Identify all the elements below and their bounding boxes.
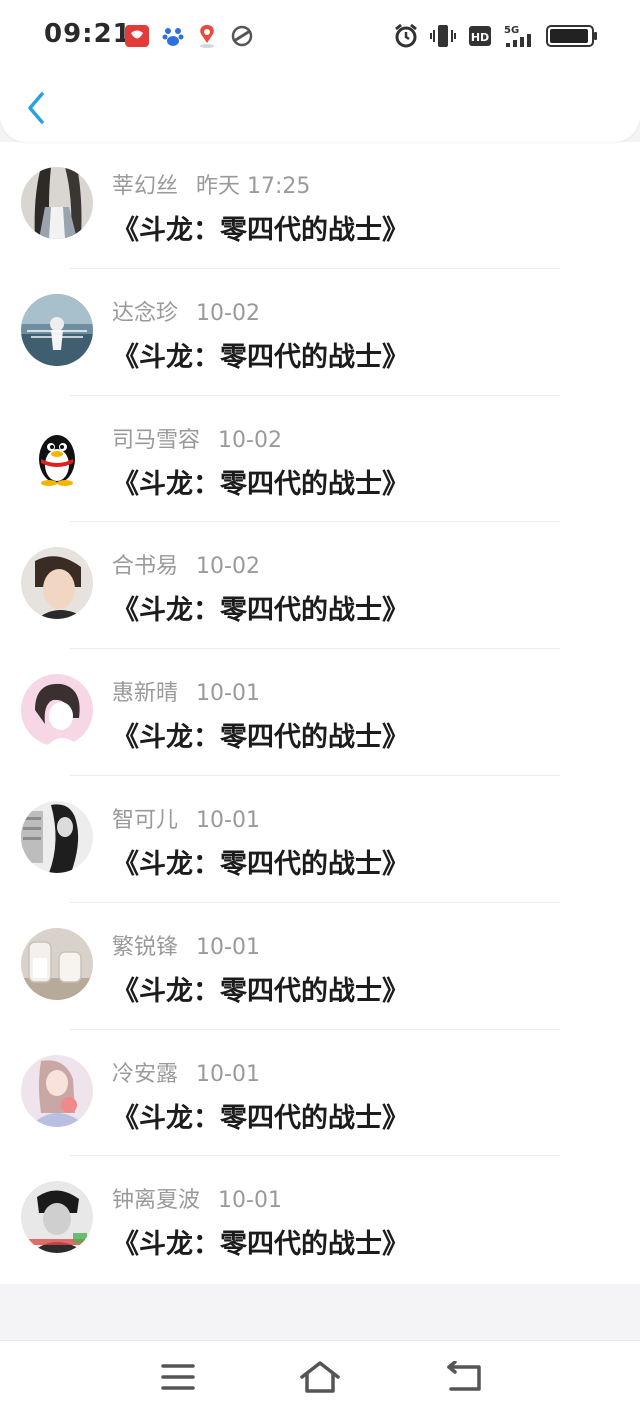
comment-meta: 惠新晴 10-01 bbox=[112, 675, 260, 707]
network-label: 5G bbox=[504, 25, 519, 36]
avatar[interactable] bbox=[21, 927, 93, 1000]
navigation-bar bbox=[0, 1340, 640, 1416]
back-button[interactable] bbox=[16, 84, 56, 132]
svg-text:HD: HD bbox=[471, 31, 489, 44]
comment-title[interactable]: 《斗龙：零四代的战士》 bbox=[112, 842, 409, 881]
comment-meta: 冷安露 10-01 bbox=[112, 1056, 260, 1088]
avatar[interactable] bbox=[21, 420, 93, 493]
avatar[interactable] bbox=[21, 674, 93, 747]
hd-icon: HD bbox=[469, 26, 491, 46]
user-name[interactable]: 合书易 bbox=[112, 554, 178, 579]
comment-date: 10-02 bbox=[218, 427, 282, 453]
user-name[interactable]: 智可儿 bbox=[112, 808, 178, 833]
comment-date: 昨天 17:25 bbox=[196, 174, 311, 199]
comment-title[interactable]: 《斗龙：零四代的战士》 bbox=[112, 1222, 409, 1261]
comment-meta: 司马雪容 10-02 bbox=[112, 422, 282, 454]
comment-meta: 合书易 10-02 bbox=[112, 548, 260, 580]
list-item[interactable]: 达念珍 10-02 《斗龙：零四代的战士》 bbox=[0, 269, 640, 396]
avatar[interactable] bbox=[21, 293, 93, 366]
notification-icons bbox=[124, 22, 254, 50]
user-name[interactable]: 惠新晴 bbox=[112, 681, 178, 706]
menu-icon bbox=[161, 1364, 195, 1390]
comment-title[interactable]: 《斗龙：零四代的战士》 bbox=[112, 462, 409, 501]
comment-date: 10-02 bbox=[196, 554, 260, 580]
chevron-left-icon bbox=[28, 92, 44, 124]
list-item[interactable]: 惠新晴 10-01 《斗龙：零四代的战士》 bbox=[0, 649, 640, 776]
map-pin-icon bbox=[200, 25, 214, 48]
home-icon bbox=[300, 1361, 340, 1393]
comment-list: 莘幻丝 昨天 17:25 《斗龙：零四代的战士》 达念珍 10-02 《斗龙：零四代… bbox=[0, 142, 640, 1284]
comment-title[interactable]: 《斗龙：零四代的战士》 bbox=[112, 1096, 409, 1135]
list-item[interactable]: 合书易 10-02 《斗龙：零四代的战士》 bbox=[0, 522, 640, 650]
list-item[interactable]: 冷安露 10-01 《斗龙：零四代的战士》 bbox=[0, 1030, 640, 1157]
system-icons: HD 5G bbox=[394, 22, 598, 50]
status-time: 09:21 bbox=[44, 19, 132, 49]
user-name[interactable]: 钟离夏波 bbox=[112, 1188, 200, 1213]
avatar[interactable] bbox=[21, 1181, 93, 1254]
comment-title[interactable]: 《斗龙：零四代的战士》 bbox=[112, 715, 409, 754]
signal-5g-icon: 5G bbox=[504, 25, 531, 47]
comment-date: 10-01 bbox=[196, 934, 260, 960]
avatar[interactable] bbox=[21, 167, 93, 239]
list-item[interactable]: 钟离夏波 10-01 《斗龙：零四代的战士》 bbox=[0, 1156, 640, 1283]
list-item[interactable]: 司马雪容 10-02 《斗龙：零四代的战士》 bbox=[0, 396, 640, 523]
list-item[interactable]: 繁锐锋 10-01 《斗龙：零四代的战士》 bbox=[0, 903, 640, 1030]
user-name[interactable]: 达念珍 bbox=[112, 301, 178, 326]
baidu-paw-icon bbox=[162, 28, 184, 46]
battery-icon bbox=[546, 25, 597, 47]
comment-meta: 莘幻丝 昨天 17:25 bbox=[112, 168, 310, 200]
status-bar: 09:21 HD 5G bbox=[0, 0, 640, 70]
comment-date: 10-02 bbox=[196, 300, 260, 326]
sync-icon bbox=[231, 25, 253, 47]
return-button[interactable] bbox=[442, 1357, 486, 1397]
comment-meta: 繁锐锋 10-01 bbox=[112, 929, 260, 961]
home-button[interactable] bbox=[298, 1357, 342, 1397]
comment-title[interactable]: 《斗龙：零四代的战士》 bbox=[112, 969, 409, 1008]
app-notification-icon bbox=[125, 25, 149, 47]
return-icon bbox=[447, 1361, 481, 1391]
user-name[interactable]: 冷安露 bbox=[112, 1062, 178, 1087]
menu-button[interactable] bbox=[156, 1357, 200, 1397]
comment-title[interactable]: 《斗龙：零四代的战士》 bbox=[112, 208, 409, 247]
alarm-icon bbox=[395, 23, 417, 48]
comment-date: 10-01 bbox=[196, 807, 260, 833]
avatar[interactable] bbox=[21, 1054, 93, 1127]
comment-date: 10-01 bbox=[196, 1061, 260, 1087]
user-name[interactable]: 繁锐锋 bbox=[112, 935, 178, 960]
comment-date: 10-01 bbox=[218, 1188, 282, 1214]
comment-meta: 智可儿 10-01 bbox=[112, 802, 260, 834]
comment-meta: 钟离夏波 10-01 bbox=[112, 1182, 282, 1214]
list-item[interactable]: 智可儿 10-01 《斗龙：零四代的战士》 bbox=[0, 776, 640, 903]
comment-date: 10-01 bbox=[196, 681, 260, 707]
avatar[interactable] bbox=[21, 547, 93, 620]
user-name[interactable]: 莘幻丝 bbox=[112, 174, 178, 199]
header: 09:21 HD 5G bbox=[0, 0, 640, 142]
comment-title[interactable]: 《斗龙：零四代的战士》 bbox=[112, 588, 409, 627]
comment-meta: 达念珍 10-02 bbox=[112, 295, 260, 327]
vibrate-icon bbox=[430, 25, 456, 47]
avatar[interactable] bbox=[21, 800, 93, 873]
list-item[interactable]: 莘幻丝 昨天 17:25 《斗龙：零四代的战士》 bbox=[0, 142, 640, 269]
comment-title[interactable]: 《斗龙：零四代的战士》 bbox=[112, 335, 409, 374]
user-name[interactable]: 司马雪容 bbox=[112, 428, 200, 453]
